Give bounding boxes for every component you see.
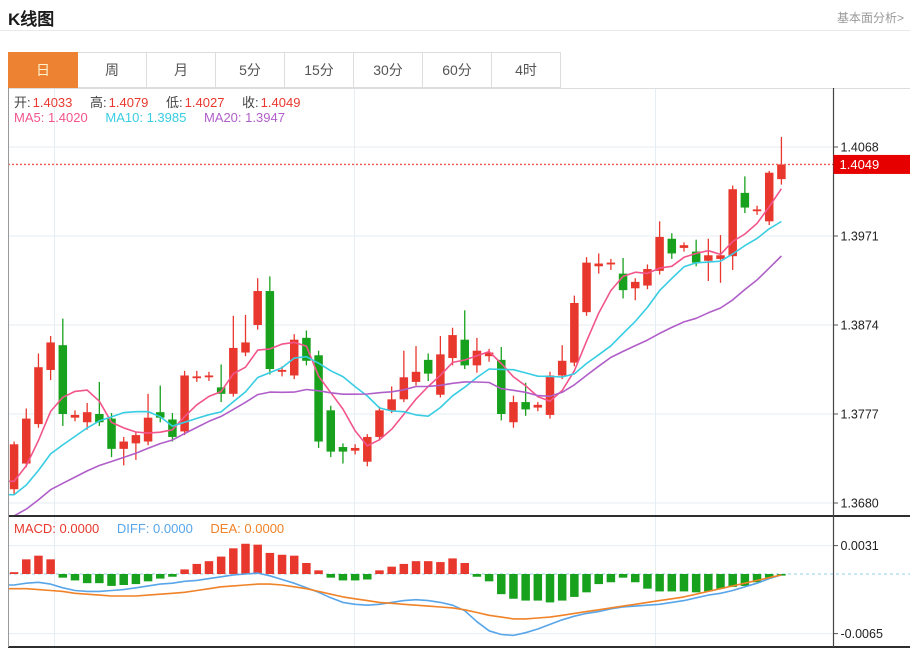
macd-legend: MACD: 0.0000 DIFF: 0.0000 DEA: 0.0000 <box>14 521 298 536</box>
svg-text:1.4068: 1.4068 <box>841 141 879 155</box>
svg-text:1.3874: 1.3874 <box>841 319 879 333</box>
macd-label: MACD: <box>14 521 56 536</box>
ohlc-legend: 开:1.4033 高:1.4079 低:1.4027 收:1.4049 <box>14 92 314 111</box>
ma10-value: 1.3985 <box>147 110 187 125</box>
diff-value: 0.0000 <box>153 521 193 536</box>
dea-label: DEA: <box>210 521 240 536</box>
ma-legend: MA5: 1.4020 MA10: 1.3985 MA20: 1.3947 <box>14 110 299 125</box>
svg-text:0.0031: 0.0031 <box>841 539 879 553</box>
svg-text:1.3971: 1.3971 <box>841 230 879 244</box>
close-label: 收: <box>242 95 259 110</box>
close-value: 1.4049 <box>261 95 301 110</box>
ma20-value: 1.3947 <box>245 110 285 125</box>
ma5-label: MA5: <box>14 110 44 125</box>
current-price-badge: 1.4049 <box>840 157 880 172</box>
dea-value: 0.0000 <box>244 521 284 536</box>
ma5-value: 1.4020 <box>48 110 88 125</box>
ma10-label: MA10: <box>105 110 143 125</box>
open-label: 开: <box>14 95 31 110</box>
kline-app: K线图 基本面分析> 日 周 月 5分 15分 30分 60分 4时 1.406… <box>0 0 910 648</box>
ma20-label: MA20: <box>204 110 242 125</box>
open-value: 1.4033 <box>33 95 73 110</box>
diff-label: DIFF: <box>117 521 150 536</box>
macd-value: 0.0000 <box>60 521 100 536</box>
low-label: 低: <box>166 95 183 110</box>
high-value: 1.4079 <box>109 95 149 110</box>
svg-text:-0.0065: -0.0065 <box>841 627 883 641</box>
svg-text:1.3680: 1.3680 <box>841 497 879 511</box>
high-label: 高: <box>90 95 107 110</box>
low-value: 1.4027 <box>185 95 225 110</box>
svg-text:1.3777: 1.3777 <box>841 408 879 422</box>
